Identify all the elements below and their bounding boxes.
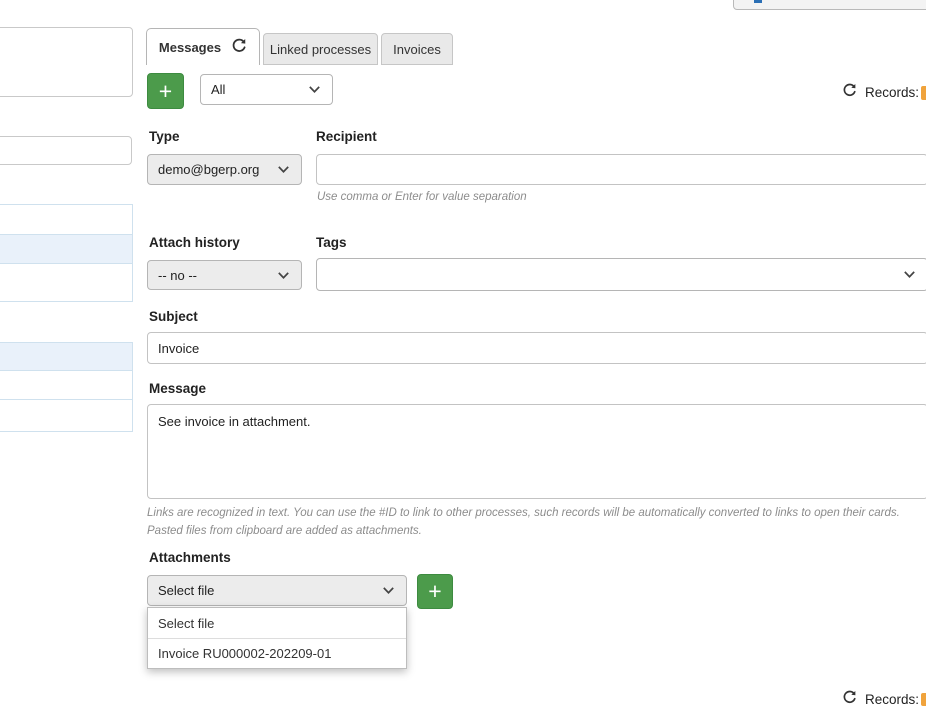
recipient-hint: Use comma or Enter for value separation: [317, 189, 527, 207]
recipient-input[interactable]: [316, 154, 926, 185]
records-label: Records:: [865, 692, 919, 706]
tab-messages[interactable]: Messages: [146, 28, 260, 65]
attachment-option[interactable]: Invoice RU000002-202209-01: [148, 638, 406, 668]
attachment-dropdown-list: Select file Invoice RU000002-202209-01: [147, 607, 407, 669]
add-attachment-button[interactable]: +: [417, 574, 453, 609]
attachment-file-value: Select file: [158, 583, 214, 598]
list-item[interactable]: [0, 204, 133, 235]
attachments-label: Attachments: [149, 550, 231, 565]
chevron-down-icon: [276, 162, 291, 177]
recipient-label: Recipient: [316, 129, 377, 144]
records-counter-top: Records:: [842, 83, 919, 101]
attach-history-value: -- no --: [158, 268, 197, 283]
list-item[interactable]: [0, 399, 133, 432]
chevron-down-icon: [276, 268, 291, 283]
add-message-button[interactable]: +: [147, 73, 184, 109]
attachment-option[interactable]: Select file: [148, 608, 406, 638]
message-filter-value: All: [211, 82, 225, 97]
left-panel-box: [0, 27, 133, 97]
chevron-down-icon: [902, 267, 917, 282]
attach-history-label: Attach history: [149, 235, 240, 250]
plus-icon: +: [428, 580, 441, 603]
type-label: Type: [149, 129, 180, 144]
message-textarea[interactable]: See invoice in attachment.: [147, 404, 926, 499]
subject-label: Subject: [149, 309, 198, 324]
attach-history-select[interactable]: -- no --: [147, 260, 302, 290]
plus-icon: +: [159, 80, 172, 103]
refresh-icon[interactable]: [842, 83, 857, 101]
tags-select[interactable]: [316, 258, 926, 291]
list-item[interactable]: [0, 342, 133, 371]
chevron-down-icon: [307, 82, 322, 97]
refresh-icon[interactable]: [231, 38, 247, 57]
list-item[interactable]: [0, 263, 133, 302]
tab-linked-processes[interactable]: Linked processes: [263, 33, 378, 65]
list-item[interactable]: [0, 234, 133, 264]
refresh-icon[interactable]: [842, 690, 857, 706]
message-hint: Links are recognized in text. You can us…: [147, 505, 926, 541]
message-filter-select[interactable]: All: [200, 74, 333, 105]
left-input-fragment[interactable]: [0, 136, 132, 165]
type-select[interactable]: demo@bgerp.org: [147, 154, 302, 185]
list-item[interactable]: [0, 370, 133, 400]
type-value: demo@bgerp.org: [158, 162, 259, 177]
blue-icon: [754, 0, 762, 3]
chevron-down-icon: [381, 583, 396, 598]
records-counter-bottom: Records:: [842, 690, 919, 706]
message-label: Message: [149, 381, 206, 396]
attachment-file-select[interactable]: Select file: [147, 575, 407, 606]
tab-linked-processes-label: Linked processes: [270, 42, 371, 57]
subject-input[interactable]: [147, 332, 926, 364]
message-compose-page: Messages Linked processes Invoices + All…: [0, 0, 926, 706]
records-count-badge: [921, 693, 926, 706]
tab-invoices-label: Invoices: [393, 42, 441, 57]
records-count-badge: [921, 86, 926, 100]
tab-invoices[interactable]: Invoices: [381, 33, 453, 65]
tab-messages-label: Messages: [159, 40, 221, 55]
tags-label: Tags: [316, 235, 347, 250]
records-label: Records:: [865, 85, 919, 100]
